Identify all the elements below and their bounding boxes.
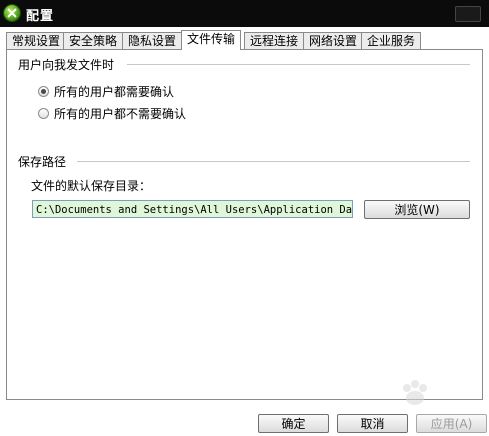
tab-privacy[interactable]: 隐私设置	[122, 32, 183, 49]
title-bar: 配置	[0, 0, 489, 27]
radio-label: 所有的用户都不需要确认	[54, 107, 187, 121]
radio-button[interactable]	[38, 108, 49, 119]
save-group-title: 保存路径	[18, 155, 67, 169]
radio-button[interactable]	[38, 86, 49, 97]
save-path-field[interactable]: C:\Documents and Settings\All Users\Appl…	[32, 200, 353, 218]
ok-button[interactable]: 确定	[258, 414, 329, 433]
confirm-group-title: 用户向我发文件时	[18, 58, 115, 72]
save-dir-label: 文件的默认保存目录：	[31, 179, 152, 193]
group-divider	[77, 161, 470, 162]
tab-file-transfer[interactable]: 文件传输	[181, 30, 242, 50]
tab-general[interactable]: 常规设置	[6, 32, 67, 49]
close-icon[interactable]	[455, 6, 481, 22]
watermark-logo	[403, 380, 427, 405]
tab-enterprise[interactable]: 企业服务	[361, 32, 422, 49]
browse-button[interactable]: 浏览(W)	[364, 200, 470, 219]
radio-label: 所有的用户都需要确认	[54, 85, 175, 99]
settings-panel: 用户向我发文件时 所有的用户都需要确认 所有的用户都不需要确认 保存路径 文件的…	[6, 49, 483, 400]
app-logo-icon	[4, 5, 20, 21]
group-divider	[127, 64, 470, 65]
radio-require-confirm[interactable]: 所有的用户都需要确认	[38, 83, 174, 100]
tab-remote-connection[interactable]: 远程连接	[244, 32, 305, 49]
radio-no-confirm[interactable]: 所有的用户都不需要确认	[38, 105, 186, 122]
tab-network[interactable]: 网络设置	[303, 32, 364, 49]
tab-security-policy[interactable]: 安全策略	[63, 32, 124, 49]
window-title: 配置	[26, 9, 55, 24]
